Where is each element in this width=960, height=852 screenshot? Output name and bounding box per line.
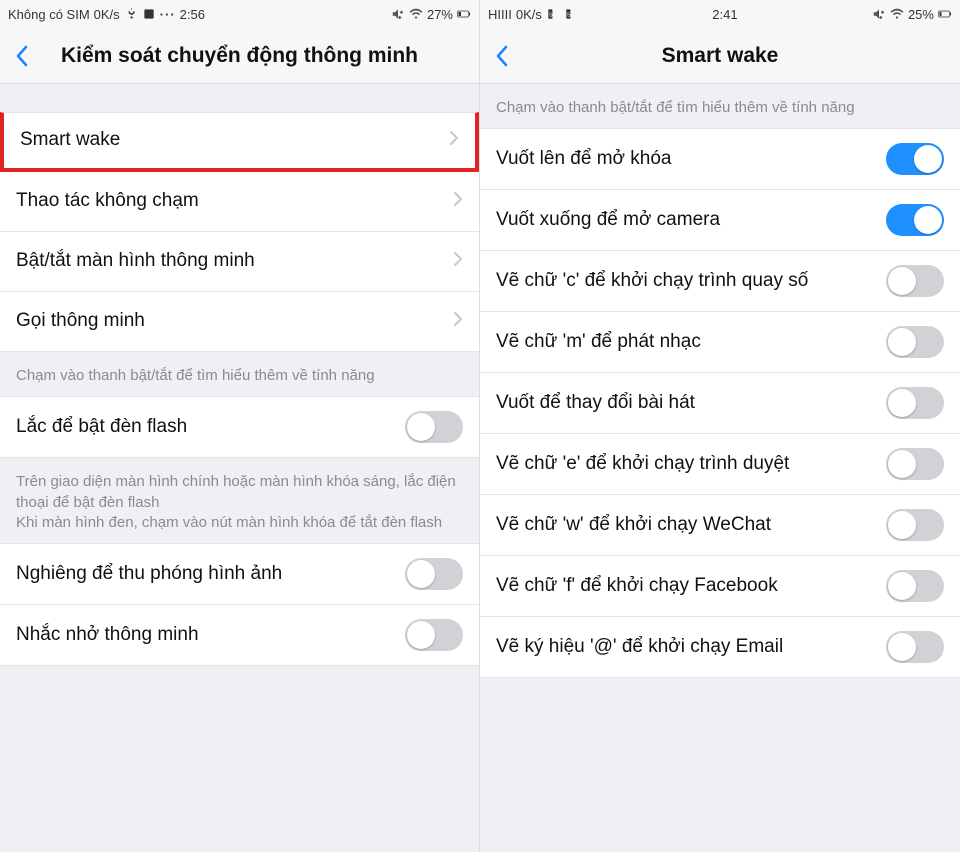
navbar-right: Smart wake	[480, 28, 960, 84]
battery-icon	[457, 7, 471, 21]
chevron-right-icon	[453, 191, 463, 213]
carrier-text: Không có SIM	[8, 7, 90, 22]
row-label: Smart wake	[20, 128, 449, 153]
row-label: Vuốt lên để mở khóa	[496, 147, 886, 172]
chevron-right-icon	[449, 130, 459, 152]
nav-row-smart-screen[interactable]: Bật/tắt màn hình thông minh	[0, 232, 479, 292]
content-left: Smart wake Thao tác không chạm Bật/tắt m…	[0, 84, 479, 852]
toggle-switch[interactable]	[886, 631, 944, 663]
card-icon: S	[564, 7, 578, 21]
svg-text:S: S	[549, 12, 553, 18]
net-speed: 0K/s	[516, 7, 542, 22]
toggle-switch[interactable]	[886, 265, 944, 297]
mute-icon	[391, 7, 405, 21]
toggle-switch[interactable]	[405, 558, 463, 590]
chevron-right-icon	[453, 251, 463, 273]
toggle-row[interactable]: Vẽ chữ 'w' để khởi chạy WeChat	[480, 495, 960, 556]
page-title: Smart wake	[480, 44, 960, 68]
row-label: Vẽ chữ 'm' để phát nhạc	[496, 330, 886, 355]
navbar-left: Kiểm soát chuyển động thông minh	[0, 28, 479, 84]
section-hint: Chạm vào thanh bật/tắt để tìm hiểu thêm …	[480, 84, 960, 128]
battery-percent: 25%	[908, 7, 934, 22]
wifi-icon	[890, 7, 904, 21]
toggle-switch[interactable]	[886, 143, 944, 175]
row-label: Vuốt xuống để mở camera	[496, 208, 886, 233]
page-title: Kiểm soát chuyển động thông minh	[0, 44, 479, 68]
toggle-row-shake-flash[interactable]: Lắc để bật đèn flash	[0, 396, 479, 458]
toggle-switch[interactable]	[886, 204, 944, 236]
toggle-switch[interactable]	[405, 619, 463, 651]
toggle-switch[interactable]	[886, 448, 944, 480]
row-label: Nhắc nhở thông minh	[16, 623, 405, 648]
card-icon: S	[546, 7, 560, 21]
status-bar-right: HIIII 0K/s S S 2:41 25%	[480, 0, 960, 28]
row-label: Thao tác không chạm	[16, 189, 453, 214]
usb-icon	[124, 7, 138, 21]
phone-right: HIIII 0K/s S S 2:41 25% Smar	[480, 0, 960, 852]
row-label: Vẽ chữ 'c' để khởi chạy trình quay số	[496, 269, 886, 294]
row-label: Vẽ chữ 'w' để khởi chạy WeChat	[496, 513, 886, 538]
toggle-switch[interactable]	[886, 387, 944, 419]
battery-percent: 27%	[427, 7, 453, 22]
phone-left: Không có SIM 0K/s ··· 2:56 27%	[0, 0, 480, 852]
toggle-row[interactable]: Vuốt để thay đổi bài hát	[480, 373, 960, 434]
mute-icon	[872, 7, 886, 21]
toggle-row[interactable]: Vuốt lên để mở khóa	[480, 128, 960, 190]
toggle-row[interactable]: Vẽ ký hiệu '@' để khởi chạy Email	[480, 617, 960, 678]
row-label: Vẽ chữ 'e' để khởi chạy trình duyệt	[496, 452, 886, 477]
row-label: Vuốt để thay đổi bài hát	[496, 391, 886, 416]
wifi-icon	[409, 7, 423, 21]
content-right: Chạm vào thanh bật/tắt để tìm hiểu thêm …	[480, 84, 960, 852]
carrier-text: HIIII	[488, 7, 512, 22]
toggle-row[interactable]: Vẽ chữ 'm' để phát nhạc	[480, 312, 960, 373]
clock-text: 2:56	[180, 7, 205, 22]
battery-icon	[938, 7, 952, 21]
row-label: Vẽ chữ 'f' để khởi chạy Facebook	[496, 574, 886, 599]
toggle-row[interactable]: Vuốt xuống để mở camera	[480, 190, 960, 251]
row-label: Gọi thông minh	[16, 309, 453, 334]
toggle-row-tilt-zoom[interactable]: Nghiêng để thu phóng hình ảnh	[0, 543, 479, 605]
clock-text: 2:41	[712, 7, 737, 22]
section-hint: Chạm vào thanh bật/tắt để tìm hiểu thêm …	[0, 352, 479, 396]
toggle-switch[interactable]	[886, 509, 944, 541]
toggle-row[interactable]: Vẽ chữ 'f' để khởi chạy Facebook	[480, 556, 960, 617]
nav-row-air-operation[interactable]: Thao tác không chạm	[0, 172, 479, 232]
net-speed: 0K/s	[94, 7, 120, 22]
toggle-switch[interactable]	[405, 411, 463, 443]
toggle-row[interactable]: Vẽ chữ 'e' để khởi chạy trình duyệt	[480, 434, 960, 495]
row-label: Vẽ ký hiệu '@' để khởi chạy Email	[496, 635, 886, 660]
back-button[interactable]	[480, 28, 524, 84]
toggle-row-smart-remind[interactable]: Nhắc nhở thông minh	[0, 605, 479, 666]
toggle-switch[interactable]	[886, 570, 944, 602]
back-button[interactable]	[0, 28, 44, 84]
nav-row-smart-wake[interactable]: Smart wake	[0, 112, 479, 172]
more-icon: ···	[160, 7, 176, 22]
row-label: Bật/tắt màn hình thông minh	[16, 249, 453, 274]
toggle-row[interactable]: Vẽ chữ 'c' để khởi chạy trình quay số	[480, 251, 960, 312]
card-icon	[142, 7, 156, 21]
row-label: Nghiêng để thu phóng hình ảnh	[16, 562, 405, 587]
row-label: Lắc để bật đèn flash	[16, 415, 405, 440]
status-bar-left: Không có SIM 0K/s ··· 2:56 27%	[0, 0, 479, 28]
nav-row-smart-call[interactable]: Gọi thông minh	[0, 292, 479, 352]
chevron-right-icon	[453, 311, 463, 333]
section-hint: Trên giao diện màn hình chính hoặc màn h…	[0, 458, 479, 543]
svg-text:S: S	[567, 12, 571, 18]
toggle-switch[interactable]	[886, 326, 944, 358]
